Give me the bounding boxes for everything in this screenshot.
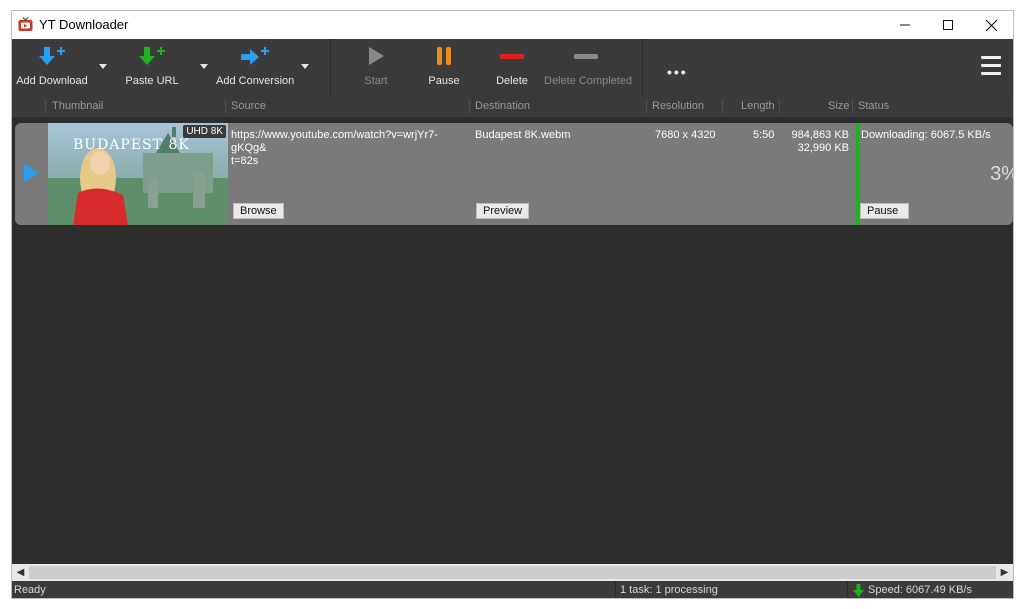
source-url: https://www.youtube.com/watch?v=wrjYr7-g… [231, 129, 471, 168]
paste-download-icon [139, 47, 165, 65]
more-options-icon[interactable]: ••• [667, 64, 688, 80]
app-logo-icon [18, 17, 33, 31]
add-download-label: Add Download [16, 75, 88, 87]
pause-button[interactable]: Pause [424, 39, 464, 95]
video-thumbnail: BUDAPEST 8K UHD 8K [48, 123, 228, 225]
minimize-icon [900, 24, 910, 26]
delete-button[interactable]: Delete [492, 39, 532, 95]
paste-url-label: Paste URL [125, 75, 179, 87]
convert-plus-icon [241, 47, 269, 65]
column-divider [225, 99, 226, 113]
column-resolution[interactable]: Resolution [652, 95, 704, 117]
add-download-dropdown-icon[interactable] [99, 64, 107, 69]
add-download-button[interactable]: Add Download [16, 39, 88, 95]
status-speed: Speed: 6067.49 KB/s [868, 584, 972, 596]
delete-completed-icon [574, 54, 598, 59]
column-divider [852, 99, 853, 113]
column-divider [469, 99, 470, 113]
column-size[interactable]: Size [828, 95, 849, 117]
size-total: 984,863 KB [791, 129, 850, 141]
toolbar-divider [642, 39, 643, 95]
delete-icon [500, 54, 524, 59]
size-downloaded: 32,990 KB [797, 142, 849, 154]
row-pause-button[interactable]: Pause [860, 203, 909, 219]
column-divider [45, 99, 46, 113]
toolbar-divider [330, 39, 331, 95]
length-value: 5:50 [753, 129, 775, 141]
status-bar: Ready 1 task: 1 processing Speed: 6067.4… [12, 581, 1013, 598]
pause-icon [437, 47, 451, 65]
resolution-badge: UHD 8K [183, 125, 226, 138]
task-row[interactable]: BUDAPEST 8K UHD 8K https://www.youtube.c… [15, 123, 1013, 225]
scroll-left-icon[interactable]: ◀ [12, 564, 29, 581]
scroll-right-icon[interactable]: ▶ [996, 564, 1013, 581]
status-divider [615, 581, 616, 598]
source-url-line1: https://www.youtube.com/watch?v=wrjYr7-g… [231, 129, 438, 154]
maximize-icon [943, 20, 953, 30]
destination-file: Budapest 8K.webm [475, 129, 571, 141]
maximize-button[interactable] [926, 11, 970, 39]
column-status[interactable]: Status [858, 95, 889, 117]
status-state: Ready [14, 584, 46, 596]
status-text: Downloading: 6067.5 KB/s [861, 129, 991, 141]
column-divider [646, 99, 647, 113]
start-label: Start [364, 75, 388, 87]
title-bar: YT Downloader [12, 11, 1013, 39]
source-url-line2: t=82s [231, 155, 259, 167]
close-button[interactable] [969, 11, 1013, 39]
paste-url-button[interactable]: Paste URL [124, 39, 180, 95]
progress-percent: 3% [990, 163, 1013, 185]
start-button[interactable]: Start [356, 39, 396, 95]
column-header: Thumbnail Source Destination Resolution … [12, 95, 1013, 117]
play-icon[interactable] [24, 164, 39, 182]
download-plus-icon [39, 47, 65, 65]
window-title: YT Downloader [39, 17, 129, 32]
column-source[interactable]: Source [231, 95, 266, 117]
download-speed-icon [853, 584, 864, 597]
scrollbar-thumb[interactable] [29, 566, 996, 579]
app-window: YT Downloader Add Download Paste URL Add… [11, 10, 1014, 599]
thumbnail-title: BUDAPEST 8K [73, 137, 190, 153]
minimize-button[interactable] [883, 11, 927, 39]
toolbar: Add Download Paste URL Add Conversion St… [12, 39, 1013, 95]
horizontal-scrollbar[interactable]: ◀ ▶ [12, 564, 1013, 581]
delete-completed-label: Delete Completed [544, 75, 633, 87]
pause-label: Pause [428, 75, 460, 87]
play-icon [369, 47, 384, 65]
add-conversion-button[interactable]: Add Conversion [216, 39, 294, 95]
paste-url-dropdown-icon[interactable] [200, 64, 208, 69]
column-thumbnail[interactable]: Thumbnail [52, 95, 103, 117]
close-icon [985, 19, 997, 31]
add-conversion-dropdown-icon[interactable] [301, 64, 309, 69]
preview-button[interactable]: Preview [476, 203, 530, 219]
column-length[interactable]: Length [741, 95, 775, 117]
column-divider [779, 99, 780, 113]
delete-label: Delete [496, 75, 528, 87]
add-conversion-label: Add Conversion [216, 75, 295, 87]
column-divider [722, 99, 723, 113]
delete-completed-button[interactable]: Delete Completed [544, 39, 633, 95]
menu-icon[interactable] [981, 56, 1001, 80]
size-value: 984,863 KB 32,990 KB [775, 129, 850, 155]
browse-button[interactable]: Browse [233, 203, 284, 219]
status-tasks: 1 task: 1 processing [620, 584, 718, 596]
status-divider [847, 581, 848, 598]
column-destination[interactable]: Destination [475, 95, 530, 117]
resolution-value: 7680 x 4320 [655, 129, 716, 141]
